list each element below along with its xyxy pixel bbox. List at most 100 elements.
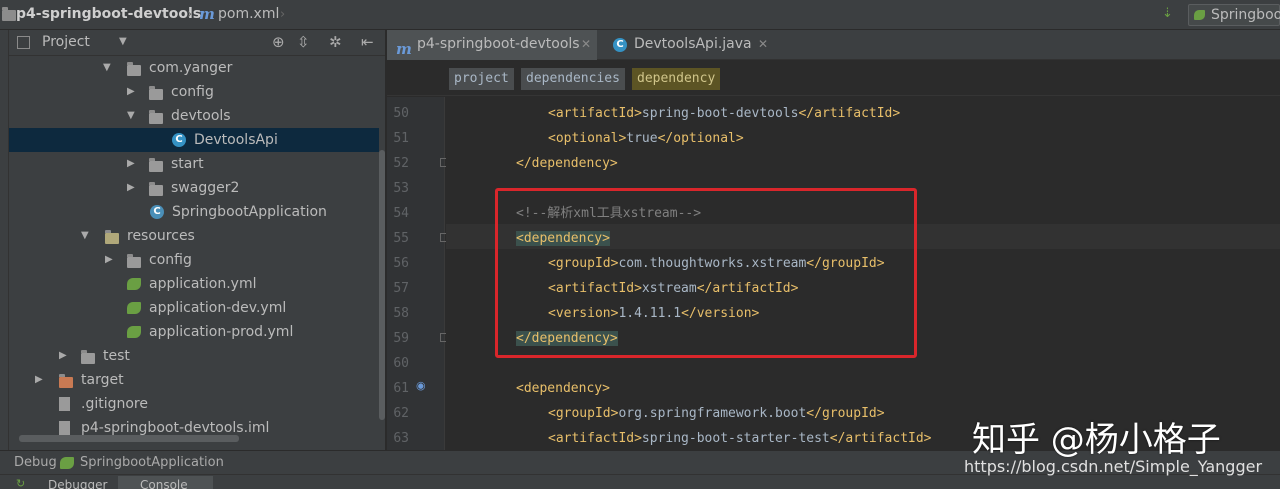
tree-item[interactable]: ▶ test — [9, 344, 379, 368]
code-line[interactable]: <groupId>org.springframework.boot</group… — [548, 401, 885, 426]
nav-separator: › — [280, 7, 286, 22]
project-horizontal-scrollbar[interactable] — [19, 435, 239, 442]
breadcrumb-project[interactable]: project — [449, 68, 514, 90]
editor-breadcrumb: project dependencies dependency — [387, 60, 1280, 96]
highlight-annotation-box — [495, 188, 917, 358]
nav-project-name[interactable]: p4-springboot-devtools — [16, 6, 201, 22]
tree-item[interactable]: ▶ config — [9, 80, 379, 104]
tree-item-label: devtools — [171, 108, 231, 124]
tree-item[interactable]: ▼ devtools — [9, 104, 379, 128]
git-update-icon[interactable]: ⇣ — [1162, 6, 1173, 21]
code-line[interactable]: <artifactId>spring-boot-devtools</artifa… — [548, 101, 900, 126]
file-icon — [59, 421, 70, 435]
run-configuration-select[interactable]: Springboo — [1188, 4, 1280, 26]
tree-item[interactable]: C DevtoolsApi — [9, 128, 379, 152]
editor-gutter[interactable]: 50 51 52 53 54 55 56 57 58 59 60 61 62 63 ◉ — [387, 97, 449, 450]
tab-label: p4-springboot-devtools — [417, 36, 580, 52]
tree-item-label: DevtoolsApi — [194, 132, 278, 148]
excluded-folder-icon — [59, 374, 73, 388]
gear-icon[interactable]: ✲ — [329, 33, 342, 51]
breadcrumb-dependencies[interactable]: dependencies — [521, 68, 625, 90]
tree-item[interactable]: application-dev.yml — [9, 296, 379, 320]
collapse-all-icon[interactable]: ⇳ — [297, 33, 310, 51]
maven-icon: m — [199, 5, 215, 23]
line-number: 59 — [393, 331, 409, 346]
nav-file-name[interactable]: pom.xml — [218, 6, 279, 22]
package-folder-icon — [149, 110, 163, 124]
tree-item-label: test — [103, 348, 130, 364]
tab-debugger[interactable]: Debugger — [48, 478, 107, 489]
run-configuration-label: Springboo — [1211, 7, 1280, 23]
line-number: 61 — [393, 381, 409, 396]
tab-devtools-api[interactable]: C DevtoolsApi.java ✕ — [604, 30, 774, 60]
tree-item-label: target — [81, 372, 124, 388]
chevron-right-icon[interactable]: ▶ — [127, 80, 135, 104]
spring-boot-class-icon: C — [150, 205, 164, 219]
spring-config-icon — [127, 278, 141, 290]
chevron-down-icon[interactable]: ▼ — [127, 104, 135, 128]
left-tool-strip[interactable] — [0, 30, 9, 450]
close-icon[interactable]: ✕ — [581, 30, 591, 59]
line-number: 55 — [393, 231, 409, 246]
tab-label: DevtoolsApi.java — [634, 36, 752, 52]
tree-item[interactable]: ▶ target — [9, 368, 379, 392]
chevron-down-icon[interactable]: ▼ — [81, 224, 89, 248]
tree-item-label: resources — [127, 228, 195, 244]
file-icon — [59, 397, 70, 411]
editor-tab-bar: m p4-springboot-devtools ✕ C DevtoolsApi… — [387, 30, 1280, 60]
tree-item[interactable]: application-prod.yml — [9, 320, 379, 344]
package-folder-icon — [127, 62, 141, 76]
code-line[interactable]: <optional>true</optional> — [548, 126, 744, 151]
tree-item-label: .gitignore — [81, 396, 148, 412]
rerun-icon[interactable]: ↻ — [16, 477, 25, 489]
chevron-right-icon[interactable]: ▶ — [127, 152, 135, 176]
watermark-zhihu: 知乎 @杨小格子 — [972, 420, 1221, 460]
locate-icon[interactable]: ⊕ — [272, 33, 285, 51]
tree-item[interactable]: ▶ config — [9, 248, 379, 272]
chevron-right-icon[interactable]: ▶ — [35, 368, 43, 392]
tree-item[interactable]: application.yml — [9, 272, 379, 296]
chevron-down-icon[interactable]: ▼ — [103, 56, 111, 80]
project-panel: Project ▼ ⊕ ⇳ ✲ ⇤ ▼ com.yanger ▶ config ▼ dev… — [9, 30, 385, 450]
tab-pom-xml[interactable]: m p4-springboot-devtools ✕ — [387, 30, 597, 60]
java-class-icon: C — [172, 133, 186, 147]
nav-separator: › — [187, 7, 193, 22]
resources-folder-icon — [105, 230, 119, 244]
tab-console[interactable]: Console — [140, 478, 188, 489]
chevron-right-icon[interactable]: ▶ — [127, 176, 135, 200]
tree-item[interactable]: .gitignore — [9, 392, 379, 416]
debug-config-name[interactable]: SpringbootApplication — [80, 451, 224, 474]
code-line[interactable]: </dependency> — [516, 151, 618, 176]
debug-tab-bar: ↻ Debugger Console — [0, 474, 1280, 489]
folder-icon — [127, 254, 141, 268]
tree-item[interactable]: ▼ resources — [9, 224, 379, 248]
hide-panel-icon[interactable]: ⇤ — [361, 33, 374, 51]
package-folder-icon — [149, 86, 163, 100]
line-number: 62 — [393, 406, 409, 421]
tree-item[interactable]: ▶ swagger2 — [9, 176, 379, 200]
tree-item-label: com.yanger — [149, 60, 233, 76]
close-icon[interactable]: ✕ — [758, 30, 768, 59]
code-line[interactable]: <dependency> — [516, 376, 610, 401]
tree-item-label: config — [171, 84, 214, 100]
tree-item-label: start — [171, 156, 204, 172]
chevron-right-icon[interactable]: ▶ — [59, 344, 67, 368]
line-number: 50 — [393, 106, 409, 121]
tree-item-label: application.yml — [149, 276, 257, 292]
code-line[interactable]: <artifactId>spring-boot-starter-test</ar… — [548, 426, 932, 450]
chevron-right-icon[interactable]: ▶ — [105, 248, 113, 272]
tree-item[interactable]: ▶ start — [9, 152, 379, 176]
line-number: 53 — [393, 181, 409, 196]
tree-item[interactable]: C SpringbootApplication — [9, 200, 379, 224]
navigation-bar: p4-springboot-devtools › m pom.xml › ⇣ S… — [0, 0, 1280, 30]
spring-config-icon — [127, 326, 141, 338]
project-view-title[interactable]: Project — [42, 34, 90, 50]
breadcrumb-dependency[interactable]: dependency — [632, 68, 721, 90]
run-gutter-icon[interactable]: ◉ — [416, 379, 426, 392]
tree-item[interactable]: ▼ com.yanger — [9, 56, 379, 80]
debug-label[interactable]: Debug — [14, 451, 57, 474]
chevron-down-icon[interactable]: ▼ — [119, 36, 127, 47]
package-folder-icon — [149, 158, 163, 172]
line-number: 57 — [393, 281, 409, 296]
project-scrollbar[interactable] — [379, 150, 385, 420]
